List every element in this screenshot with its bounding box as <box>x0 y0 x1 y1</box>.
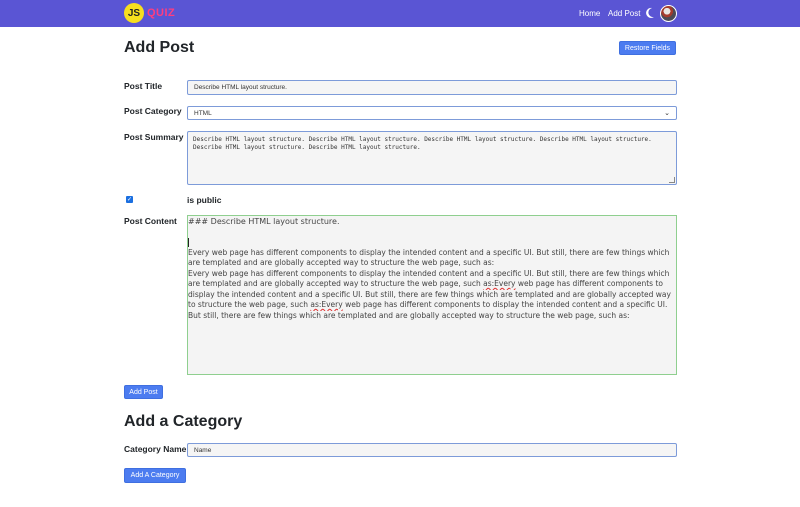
category-section-title: Add a Category <box>124 413 243 430</box>
post-content-editor[interactable]: ### Describe HTML layout structure. Ever… <box>187 215 677 375</box>
add-post-button[interactable]: Add Post <box>124 385 163 399</box>
post-summary-label: Post Summary <box>124 132 184 142</box>
resize-handle[interactable] <box>669 177 675 183</box>
post-content-label: Post Content <box>124 216 177 226</box>
editor-line: Every web page has different components … <box>188 268 670 278</box>
editor-line: ### Describe HTML layout structure. <box>188 217 340 226</box>
editor-line: are templated and are globally accepted … <box>188 258 495 267</box>
editor-line: are templated and are globally accepted … <box>188 279 676 290</box>
add-category-button[interactable]: Add A Category <box>124 468 186 483</box>
post-title-label: Post Title <box>124 81 163 91</box>
logo[interactable]: JS QUIZ <box>124 3 175 23</box>
editor-text: web page has different components to dis… <box>342 300 668 309</box>
chevron-down-icon: ⌄ <box>664 110 670 117</box>
editor-text: are templated and are globally accepted … <box>188 279 484 288</box>
nav-link-add-post[interactable]: Add Post <box>608 9 640 18</box>
logo-badge: JS <box>124 3 144 23</box>
avatar[interactable] <box>660 5 677 22</box>
misspelled-word[interactable]: as:Every <box>310 300 342 309</box>
post-category-value: HTML <box>194 109 212 117</box>
post-category-select[interactable]: HTML ⌄ <box>187 106 677 120</box>
editor-text: to structure the web page, such <box>188 300 311 309</box>
category-name-input[interactable]: Name <box>187 443 677 457</box>
editor-text: web page has different components to <box>515 279 663 288</box>
editor-line: But still, there are few things which ar… <box>188 310 630 320</box>
logo-text: QUIZ <box>147 7 176 19</box>
editor-line: to structure the web page, such as:Every… <box>188 300 676 311</box>
moon-icon[interactable] <box>645 7 655 19</box>
nav-link-home[interactable]: Home <box>579 9 600 18</box>
page-title: Add Post <box>124 39 195 56</box>
post-summary-text: Describe HTML layout structure. Describe… <box>193 136 652 151</box>
is-public-checkbox[interactable]: ✓ <box>126 196 133 203</box>
post-summary-textarea[interactable]: Describe HTML layout structure. Describe… <box>187 131 677 185</box>
editor-caret-line <box>188 238 676 248</box>
editor-line: display the intended content and a speci… <box>188 289 671 299</box>
post-title-input[interactable]: Describe HTML layout structure. <box>187 80 677 95</box>
restore-fields-button[interactable]: Restore Fields <box>619 41 676 55</box>
navbar: JS QUIZ Home Add Post <box>0 0 800 27</box>
text-caret <box>188 238 189 247</box>
is-public-label: is public <box>187 195 222 205</box>
category-name-label: Category Name <box>124 444 187 454</box>
post-category-label: Post Category <box>124 106 182 116</box>
misspelled-word[interactable]: as:Every <box>483 279 515 288</box>
editor-line: Every web page has different components … <box>188 247 670 257</box>
